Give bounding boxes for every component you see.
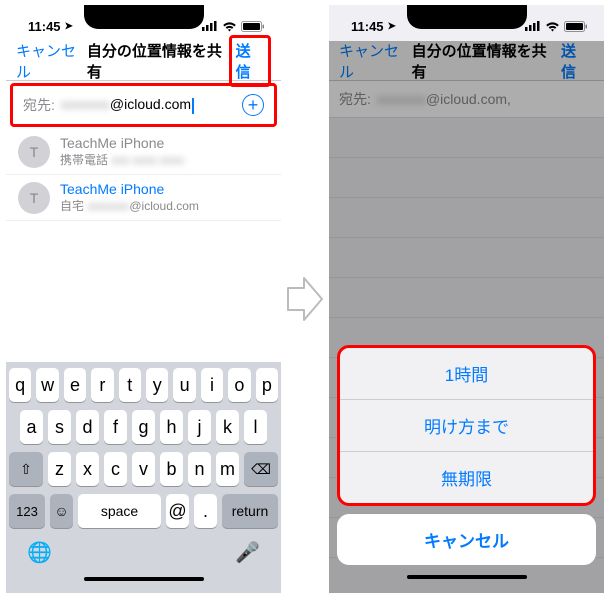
status-bar: 11:45 ➤	[329, 5, 604, 41]
content-area: キャンセル 自分の位置情報を共有 送信 宛先: xxxxxxx@icloud.c…	[329, 41, 604, 593]
contact-name: TeachMe iPhone	[60, 181, 199, 197]
flow-arrow-icon	[285, 276, 325, 322]
keyboard[interactable]: qwertyuiop asdfghjkl ⇧ zxcvbnm ⌫ 123 ☺ s…	[6, 362, 281, 593]
recipient-row[interactable]: 宛先: xxxxxxx@icloud.com +	[10, 83, 277, 127]
recipient-input[interactable]: xxxxxxx@icloud.com	[61, 96, 242, 113]
key-x[interactable]: x	[76, 452, 99, 486]
sheet-cancel-button[interactable]: キャンセル	[337, 514, 596, 565]
cancel-button[interactable]: キャンセル	[16, 40, 87, 82]
phone-right: 11:45 ➤ キャンセル 自分の位置情報を共有 送信 宛先: xxxxxxx@…	[329, 5, 604, 593]
duration-options: 1時間 明け方まで 無期限	[337, 345, 596, 506]
contact-cell[interactable]: T TeachMe iPhone 自宅 xxxxxxx@icloud.com	[6, 175, 281, 221]
avatar: T	[18, 136, 50, 168]
key-t[interactable]: t	[119, 368, 141, 402]
home-indicator[interactable]	[407, 575, 527, 579]
signal-icon	[202, 21, 218, 31]
battery-icon	[241, 21, 265, 32]
key-o[interactable]: o	[228, 368, 250, 402]
key-y[interactable]: y	[146, 368, 168, 402]
notch	[84, 5, 204, 29]
numbers-key[interactable]: 123	[9, 494, 45, 528]
home-indicator[interactable]	[84, 577, 204, 581]
contact-detail: 自宅 xxxxxxx@icloud.com	[60, 197, 199, 214]
key-i[interactable]: i	[201, 368, 223, 402]
emoji-key[interactable]: ☺	[50, 494, 73, 528]
dot-key[interactable]: .	[194, 494, 217, 528]
shift-key[interactable]: ⇧	[9, 452, 43, 486]
key-e[interactable]: e	[64, 368, 86, 402]
key-q[interactable]: q	[9, 368, 31, 402]
key-s[interactable]: s	[48, 410, 71, 444]
location-services-icon: ➤	[388, 21, 396, 32]
key-p[interactable]: p	[256, 368, 278, 402]
key-n[interactable]: n	[188, 452, 211, 486]
send-button[interactable]: 送信	[229, 35, 271, 87]
notch	[407, 5, 527, 29]
key-c[interactable]: c	[104, 452, 127, 486]
key-j[interactable]: j	[188, 410, 211, 444]
page-title: 自分の位置情報を共有	[87, 40, 229, 82]
globe-icon[interactable]: 🌐	[27, 540, 52, 565]
return-key[interactable]: return	[222, 494, 278, 528]
option-until-dawn[interactable]: 明け方まで	[340, 400, 593, 452]
avatar: T	[18, 182, 50, 214]
wifi-icon	[222, 21, 237, 32]
key-v[interactable]: v	[132, 452, 155, 486]
key-m[interactable]: m	[216, 452, 239, 486]
phone-left: 11:45 ➤ キャンセル 自分の位置情報を共有 送信 宛先: xxxxxxx@…	[6, 5, 281, 593]
wifi-icon	[545, 21, 560, 32]
key-h[interactable]: h	[160, 410, 183, 444]
action-sheet: 1時間 明け方まで 無期限 キャンセル	[337, 345, 596, 583]
key-l[interactable]: l	[244, 410, 267, 444]
key-w[interactable]: w	[36, 368, 58, 402]
battery-icon	[564, 21, 588, 32]
mic-icon[interactable]: 🎤	[235, 540, 260, 565]
recipient-label: 宛先:	[23, 95, 55, 115]
signal-icon	[525, 21, 541, 31]
option-1hour[interactable]: 1時間	[340, 348, 593, 400]
status-bar: 11:45 ➤	[6, 5, 281, 41]
contact-name: TeachMe iPhone	[60, 135, 184, 151]
key-a[interactable]: a	[20, 410, 43, 444]
option-indefinite[interactable]: 無期限	[340, 452, 593, 503]
key-u[interactable]: u	[173, 368, 195, 402]
contact-detail: 携帯電話 xxx xxxx xxxx	[60, 151, 184, 168]
key-b[interactable]: b	[160, 452, 183, 486]
contact-suggestions: T TeachMe iPhone 携帯電話 xxx xxxx xxxx T Te…	[6, 129, 281, 362]
key-r[interactable]: r	[91, 368, 113, 402]
add-contact-button[interactable]: +	[242, 94, 264, 116]
key-d[interactable]: d	[76, 410, 99, 444]
contact-cell[interactable]: T TeachMe iPhone 携帯電話 xxx xxxx xxxx	[6, 129, 281, 175]
text-cursor	[192, 98, 194, 114]
space-key[interactable]: space	[78, 494, 161, 528]
backspace-key[interactable]: ⌫	[244, 452, 278, 486]
status-time: 11:45	[351, 19, 384, 34]
nav-bar: キャンセル 自分の位置情報を共有 送信	[6, 41, 281, 81]
status-time: 11:45	[28, 19, 61, 34]
key-k[interactable]: k	[216, 410, 239, 444]
key-g[interactable]: g	[132, 410, 155, 444]
location-services-icon: ➤	[65, 21, 73, 32]
at-key[interactable]: @	[166, 494, 189, 528]
key-z[interactable]: z	[48, 452, 71, 486]
key-f[interactable]: f	[104, 410, 127, 444]
